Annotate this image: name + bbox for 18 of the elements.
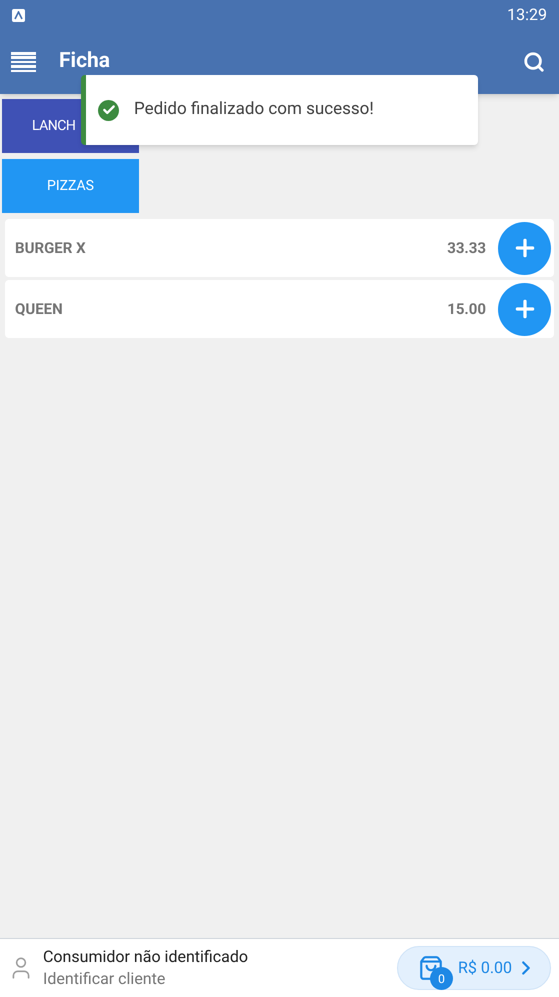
menu-icon[interactable] <box>11 52 36 72</box>
product-price: 33.33 <box>447 238 486 259</box>
product-name: QUEEN <box>15 298 63 320</box>
cart-count-badge: 0 <box>430 967 453 990</box>
product-name: BURGER X <box>15 238 86 259</box>
category-button[interactable]: PIZZAS <box>2 159 139 213</box>
clock: 13:29 <box>507 4 547 26</box>
search-icon[interactable] <box>523 51 545 73</box>
add-button[interactable] <box>498 222 551 274</box>
check-icon <box>98 100 119 120</box>
identify-customer-link[interactable]: Identificar cliente <box>43 968 248 990</box>
screen-title: Ficha <box>59 48 110 76</box>
add-button[interactable] <box>498 282 551 336</box>
customer-name: Consumidor não identificado <box>43 946 248 968</box>
product-price: 15.00 <box>447 298 486 320</box>
app-notification-icon <box>12 8 25 22</box>
cart-total: R$ 0.00 <box>458 957 512 979</box>
cart-button[interactable]: 0 R$ 0.00 <box>397 946 551 990</box>
